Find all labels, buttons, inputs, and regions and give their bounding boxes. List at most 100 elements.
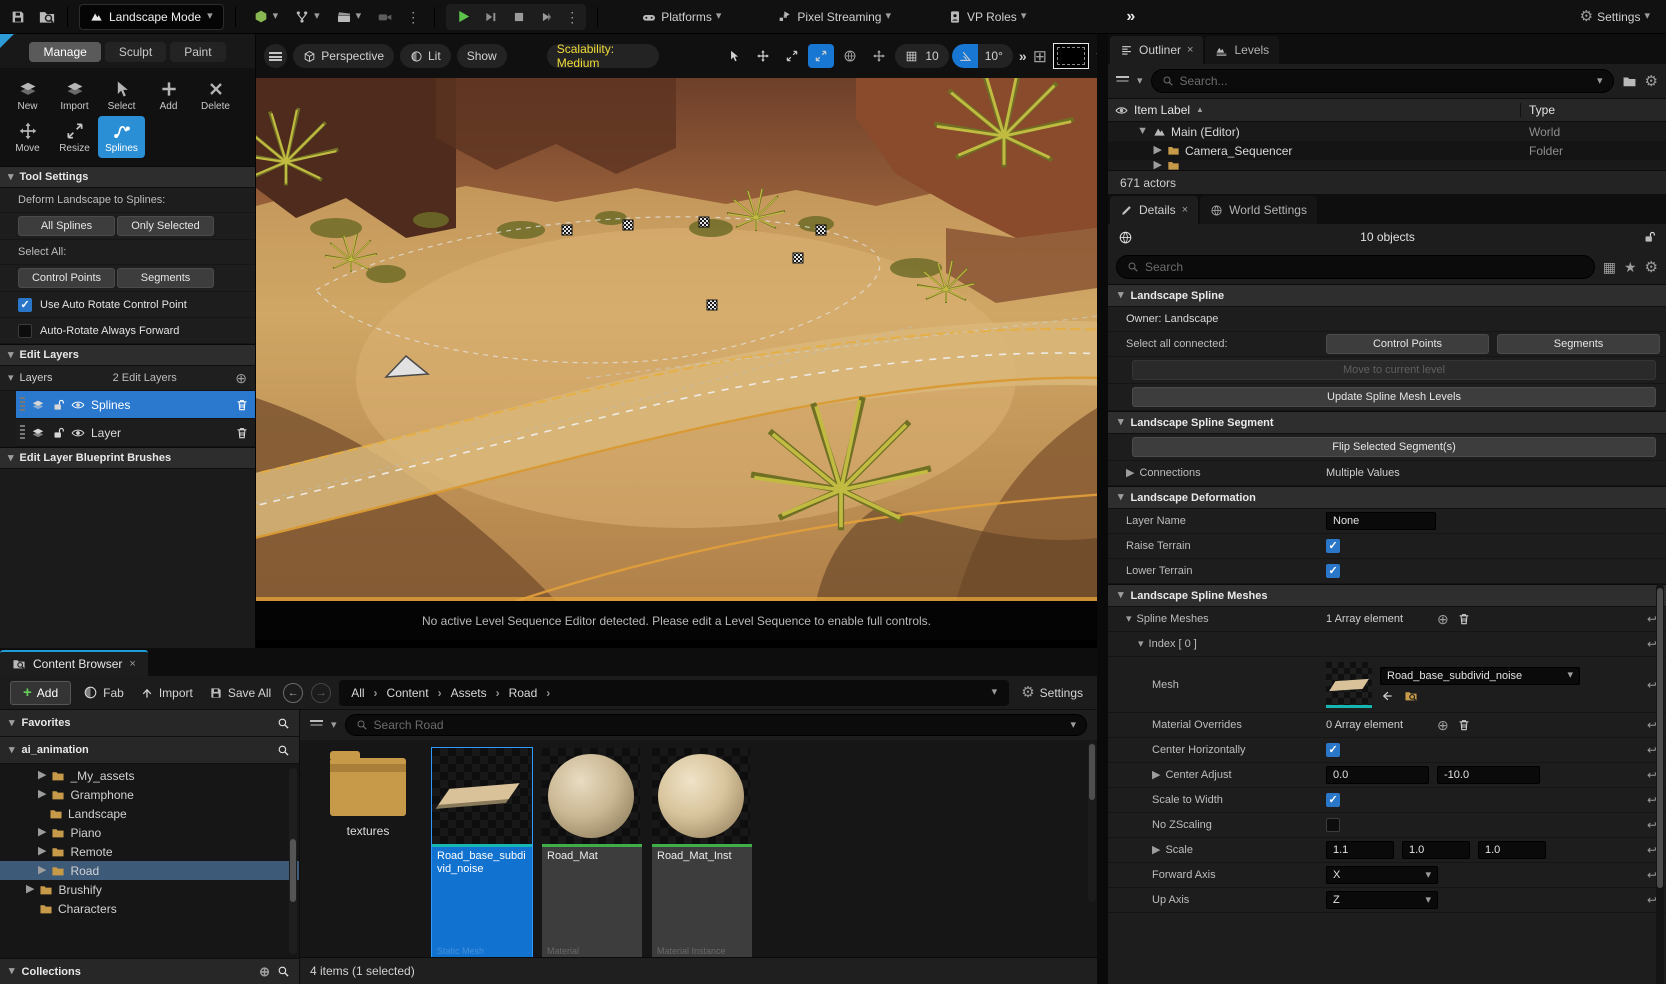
search-icon[interactable] bbox=[277, 717, 290, 730]
move-tool-icon[interactable] bbox=[750, 44, 776, 68]
filter-icon[interactable] bbox=[1116, 76, 1129, 87]
view-mode-dropdown[interactable]: Lit bbox=[400, 44, 451, 68]
center-adjust-y-input[interactable]: -10.0 bbox=[1437, 766, 1540, 784]
asset-folder-textures[interactable]: textures bbox=[314, 748, 422, 957]
viewport-scene[interactable] bbox=[256, 78, 1097, 601]
collections-header[interactable]: ▾ Collections ⊕ bbox=[0, 958, 299, 984]
segments-button[interactable]: Segments bbox=[117, 268, 214, 288]
tool-splines[interactable]: Splines bbox=[98, 116, 145, 158]
all-splines-button[interactable]: All Splines bbox=[18, 216, 115, 236]
edit-layers-header[interactable]: ▾ Edit Layers bbox=[0, 344, 255, 366]
viewport-layout-selector[interactable]: ▾ bbox=[1053, 43, 1089, 69]
tree-scrollbar[interactable] bbox=[289, 768, 297, 954]
blueprints-button[interactable]: ▾ bbox=[288, 6, 326, 28]
world-gizmo-icon[interactable] bbox=[837, 44, 863, 68]
add-layer-icon[interactable]: ⊕ bbox=[235, 371, 247, 385]
eject-button[interactable] bbox=[534, 5, 560, 29]
scale-to-width-checkbox[interactable] bbox=[1326, 793, 1340, 807]
only-selected-button[interactable]: Only Selected bbox=[117, 216, 214, 236]
forward-axis-select[interactable]: X▾ bbox=[1326, 866, 1438, 884]
settings-dropdown[interactable]: ⚙ Settings ▾ bbox=[1574, 6, 1656, 27]
search-icon[interactable] bbox=[277, 744, 290, 757]
tab-content-browser[interactable]: Content Browser × bbox=[0, 650, 148, 676]
lower-terrain-checkbox[interactable] bbox=[1326, 564, 1340, 578]
center-adjust-x-input[interactable]: 0.0 bbox=[1326, 766, 1429, 784]
tab-world-settings[interactable]: World Settings bbox=[1200, 196, 1317, 224]
outliner-settings-gear-icon[interactable]: ⚙ bbox=[1645, 74, 1658, 89]
tool-add[interactable]: Add bbox=[145, 74, 192, 116]
back-button[interactable]: ← bbox=[283, 683, 303, 703]
import-button[interactable]: Import bbox=[136, 686, 197, 700]
scale-tool-icon[interactable] bbox=[808, 44, 834, 68]
auto-rotate-checkbox[interactable] bbox=[18, 298, 32, 312]
tool-import[interactable]: Import bbox=[51, 74, 98, 116]
rotation-snap-control[interactable]: 10° bbox=[952, 44, 1013, 68]
asset-road-base-mesh[interactable]: Road_base_subdivid_noise Static Mesh bbox=[432, 748, 532, 957]
control-points-button[interactable]: Control Points bbox=[1326, 334, 1489, 354]
toolbar-more-chevron-icon[interactable]: » bbox=[1019, 48, 1027, 64]
stop-button[interactable] bbox=[506, 5, 532, 29]
section-spline-meshes[interactable]: ▾Landscape Spline Meshes bbox=[1108, 584, 1666, 607]
cinematics-button[interactable]: ▾ bbox=[330, 6, 368, 28]
toolbar-overflow-chevron-icon[interactable]: » bbox=[1126, 8, 1135, 26]
search-icon[interactable] bbox=[277, 965, 290, 978]
content-browser-icon[interactable] bbox=[38, 8, 56, 26]
tab-levels[interactable]: Levels bbox=[1205, 36, 1279, 64]
center-horizontally-checkbox[interactable] bbox=[1326, 743, 1340, 757]
tool-new[interactable]: New bbox=[4, 74, 51, 116]
up-axis-select[interactable]: Z▾ bbox=[1326, 891, 1438, 909]
details-search-input[interactable]: Search bbox=[1116, 255, 1595, 279]
tree-item-piano[interactable]: ▶Piano bbox=[0, 823, 299, 842]
selection-sync-icon[interactable] bbox=[1118, 230, 1133, 245]
asset-search-input[interactable]: Search Road ▾ bbox=[345, 714, 1087, 736]
tree-item-remote[interactable]: ▶Remote bbox=[0, 842, 299, 861]
column-item-label[interactable]: Item Label bbox=[1134, 103, 1190, 117]
save-all-button[interactable]: Save All bbox=[205, 686, 275, 700]
visibility-eye-icon[interactable] bbox=[71, 426, 85, 440]
layer-row-splines[interactable]: Splines bbox=[16, 391, 255, 419]
add-collection-icon[interactable]: ⊕ bbox=[259, 965, 270, 978]
pixel-streaming-dropdown[interactable]: Pixel Streaming ▾ bbox=[771, 6, 897, 28]
frame-skip-button[interactable] bbox=[478, 5, 504, 29]
section-landscape-deformation[interactable]: ▾Landscape Deformation bbox=[1108, 486, 1666, 509]
mesh-asset-dropdown[interactable]: Road_base_subdivid_noise▾ bbox=[1380, 667, 1580, 685]
update-spline-mesh-levels-button[interactable]: Update Spline Mesh Levels bbox=[1132, 387, 1656, 407]
fab-button[interactable]: Fab bbox=[79, 685, 128, 700]
chevron-down-icon[interactable]: ▾ bbox=[331, 720, 337, 731]
select-tool-icon[interactable] bbox=[721, 44, 747, 68]
add-element-icon[interactable]: ⊕ bbox=[1437, 612, 1449, 626]
details-scrollbar[interactable] bbox=[1656, 584, 1664, 984]
tab-sculpt[interactable]: Sculpt bbox=[105, 42, 166, 62]
platforms-dropdown[interactable]: Platforms ▾ bbox=[635, 6, 727, 28]
mesh-thumbnail[interactable] bbox=[1326, 662, 1372, 708]
lock-open-icon[interactable] bbox=[51, 426, 65, 440]
details-settings-gear-icon[interactable]: ⚙ bbox=[1645, 260, 1658, 275]
add-button[interactable]: + Add bbox=[10, 681, 71, 705]
index0-row[interactable]: ▾Index [ 0 ] ↩ bbox=[1108, 632, 1666, 657]
outliner-search-input[interactable]: Search... ▾ bbox=[1151, 69, 1614, 93]
tree-item-landscape[interactable]: Landscape bbox=[0, 804, 299, 823]
level-viewport[interactable]: Perspective Lit Show Scalability: Medium… bbox=[256, 34, 1097, 648]
add-actor-button[interactable]: ▾ bbox=[247, 6, 285, 28]
breadcrumb-assets[interactable]: Assets bbox=[451, 686, 487, 700]
blueprint-brushes-header[interactable]: ▾ Edit Layer Blueprint Brushes bbox=[0, 447, 255, 469]
segments-button[interactable]: Segments bbox=[1497, 334, 1660, 354]
project-root-header[interactable]: ▾ ai_animation bbox=[0, 737, 299, 764]
tree-item-road[interactable]: ▶Road bbox=[0, 861, 299, 880]
visibility-eye-icon[interactable] bbox=[71, 398, 85, 412]
vp-roles-dropdown[interactable]: VP Roles ▾ bbox=[941, 6, 1032, 28]
breadcrumb-content[interactable]: Content bbox=[387, 686, 429, 700]
save-icon[interactable] bbox=[10, 9, 26, 25]
asset-view-scrollbar[interactable] bbox=[1088, 742, 1096, 902]
favorites-header[interactable]: ▾ Favorites bbox=[0, 710, 299, 737]
scalability-warning[interactable]: Scalability: Medium bbox=[547, 44, 660, 68]
browse-to-asset-icon[interactable] bbox=[1404, 689, 1418, 703]
tree-item-brushify[interactable]: ▶Brushify bbox=[0, 880, 299, 899]
tool-select[interactable]: Select bbox=[98, 74, 145, 116]
tool-delete[interactable]: Delete bbox=[192, 74, 239, 116]
camera-button[interactable] bbox=[371, 6, 399, 28]
layer-name-input[interactable]: None bbox=[1326, 512, 1436, 530]
delete-layer-trash-icon[interactable] bbox=[235, 398, 249, 412]
scale-y-input[interactable]: 1.0 bbox=[1402, 841, 1470, 859]
editor-mode-dropdown[interactable]: Landscape Mode ▾ bbox=[79, 4, 224, 30]
